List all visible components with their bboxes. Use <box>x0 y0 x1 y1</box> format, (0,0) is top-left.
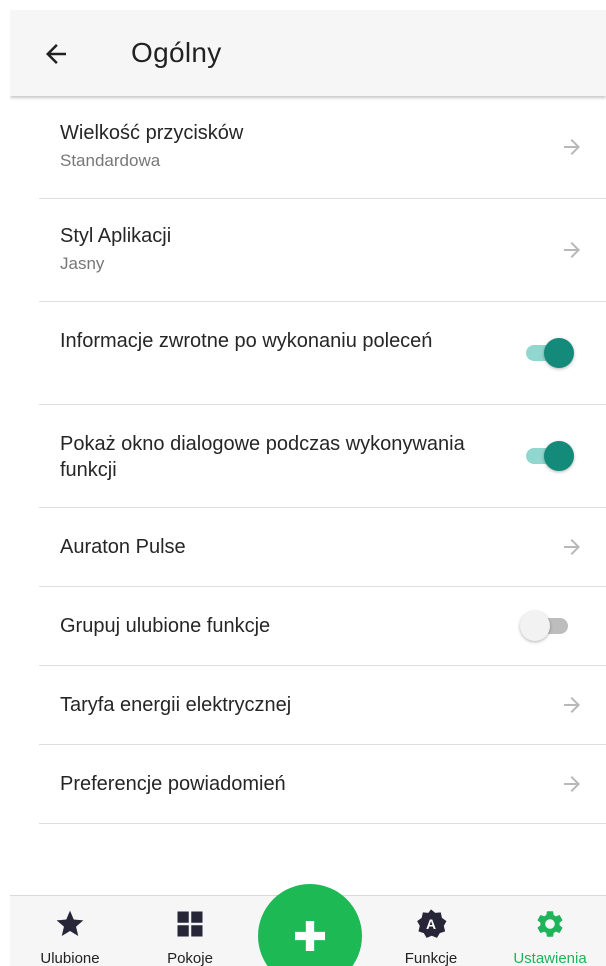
setting-title: Taryfa energii elektrycznej <box>60 694 292 716</box>
command-feedback-toggle[interactable] <box>520 337 576 369</box>
setting-value: Jasny <box>60 254 105 273</box>
setting-title: Auraton Pulse <box>60 536 186 558</box>
setting-title: Pokaż okno dialogowe podczas wykonywania… <box>60 433 465 481</box>
setting-button-size[interactable]: Wielkość przycisków Standardowa <box>39 96 606 199</box>
nav-functions[interactable]: A Funkcje <box>381 896 481 966</box>
nav-label: Pokoje <box>167 950 213 966</box>
setting-show-dialog: Pokaż okno dialogowe podczas wykonywania… <box>39 405 606 508</box>
setting-electricity-tariff[interactable]: Taryfa energii elektrycznej <box>39 666 606 745</box>
toggle-thumb <box>544 338 574 368</box>
setting-title: Wielkość przycisków <box>60 122 244 144</box>
gear-icon <box>537 911 563 937</box>
star-icon <box>56 910 84 936</box>
app-screen: Ogólny Wielkość przycisków Standardowa S… <box>10 10 606 966</box>
nav-rooms[interactable]: Pokoje <box>140 896 240 966</box>
setting-group-favorites: Grupuj ulubione funkcje <box>39 587 606 666</box>
arrow-right-icon <box>564 242 580 258</box>
arrow-right-icon <box>564 539 580 555</box>
setting-notification-preferences[interactable]: Preferencje powiadomień <box>39 745 606 824</box>
nav-label: Ustawienia <box>513 950 587 966</box>
arrow-right-icon <box>564 139 580 155</box>
nav-label: Funkcje <box>404 950 458 966</box>
nav-label: Ulubione <box>40 950 100 966</box>
nav-settings[interactable]: Ustawienia <box>500 896 600 966</box>
setting-value: Standardowa <box>60 151 161 170</box>
toggle-thumb <box>544 441 574 471</box>
setting-title: Informacje zwrotne po wykonaniu poleceń <box>60 330 433 352</box>
arrow-right-icon <box>564 776 580 792</box>
toggle-thumb <box>520 611 550 641</box>
setting-title: Preferencje powiadomień <box>60 773 286 795</box>
setting-auraton-pulse[interactable]: Auraton Pulse <box>39 508 606 587</box>
setting-title: Styl Aplikacji <box>60 225 172 247</box>
group-favorites-toggle[interactable] <box>520 610 576 642</box>
setting-command-feedback: Informacje zwrotne po wykonaniu poleceń <box>39 302 606 405</box>
nav-favorites[interactable]: Ulubione <box>20 896 120 966</box>
settings-list: Wielkość przycisków Standardowa Styl Apl… <box>39 96 606 824</box>
setting-title: Grupuj ulubione funkcje <box>60 615 271 637</box>
function-badge-letter: A <box>425 916 437 932</box>
setting-app-style[interactable]: Styl Aplikacji Jasny <box>39 199 606 302</box>
arrow-right-icon <box>564 697 580 713</box>
page-title: Ogólny <box>131 37 222 68</box>
arrow-left-icon <box>46 44 66 64</box>
grid-icon <box>177 911 203 937</box>
plus-icon <box>295 921 325 951</box>
top-app-bar: Ogólny <box>10 10 606 96</box>
back-button[interactable] <box>34 34 78 74</box>
show-dialog-toggle[interactable] <box>520 440 576 472</box>
